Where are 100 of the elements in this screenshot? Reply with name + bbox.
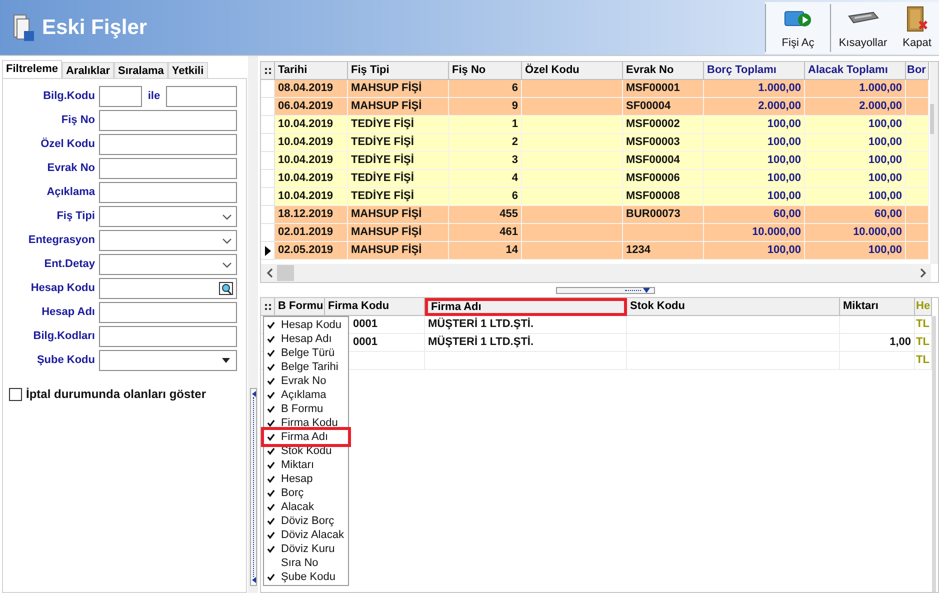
horizontal-scrollbar[interactable] bbox=[261, 264, 931, 282]
vertical-scrollbar[interactable] bbox=[930, 62, 938, 264]
keyboard-button[interactable]: Kısayollar bbox=[831, 2, 895, 54]
grip-icon bbox=[264, 66, 270, 74]
tab[interactable]: Sıralama bbox=[114, 62, 168, 78]
checkbox[interactable] bbox=[9, 388, 22, 400]
menu-item[interactable]: B Formu bbox=[264, 402, 348, 416]
table-cell: 100,00 bbox=[704, 242, 805, 260]
table-cell: 100,00 bbox=[805, 116, 906, 134]
column-header[interactable]: Miktarı bbox=[840, 298, 915, 316]
field-label: Ent.Detay bbox=[43, 257, 96, 272]
field-label: Fiş Tipi bbox=[56, 209, 96, 224]
input-field[interactable] bbox=[99, 326, 237, 347]
table-cell: 100,00 bbox=[704, 116, 805, 134]
collapse-handle[interactable] bbox=[250, 388, 257, 586]
column-header[interactable]: Tarihi bbox=[275, 62, 348, 80]
menu-item[interactable]: Evrak No bbox=[264, 374, 348, 388]
scroll-right-icon[interactable] bbox=[920, 268, 927, 278]
table-cell: MAHSUP FİŞİ bbox=[348, 224, 449, 242]
menu-item[interactable]: Şube Kodu bbox=[264, 570, 348, 584]
input-field[interactable] bbox=[99, 278, 237, 299]
column-header[interactable]: Fiş No bbox=[449, 62, 522, 80]
vertical-scrollbar[interactable] bbox=[932, 316, 936, 592]
column-header[interactable]: Borç Toplamı bbox=[704, 62, 805, 80]
scroll-left-icon[interactable] bbox=[266, 268, 273, 278]
field-label: Fiş No bbox=[60, 113, 96, 128]
caret-icon bbox=[643, 288, 650, 292]
row-indicator[interactable] bbox=[261, 242, 275, 260]
table-cell: 10.04.2019 bbox=[275, 134, 348, 152]
menu-item[interactable]: Belge Tarihi bbox=[264, 360, 348, 374]
column-header[interactable]: Firma Kodu bbox=[325, 298, 425, 316]
table-cell: TEDİYE FİŞİ bbox=[348, 170, 449, 188]
table-cell: 10.04.2019 bbox=[275, 170, 348, 188]
table-cell: 1 bbox=[449, 116, 522, 134]
field-label: Özel Kodu bbox=[40, 136, 96, 152]
menu-item[interactable]: Döviz Borç bbox=[264, 514, 348, 528]
table-cell: MSF00001 bbox=[623, 80, 704, 98]
input-field[interactable] bbox=[99, 110, 237, 131]
tab[interactable]: Aralıklar bbox=[62, 62, 114, 78]
chevron-down-icon bbox=[222, 238, 232, 244]
table-cell: SF00004 bbox=[623, 98, 704, 116]
column-header[interactable]: B Formu bbox=[275, 298, 325, 316]
input-field[interactable] bbox=[166, 86, 237, 107]
column-header[interactable]: Fiş Tipi bbox=[348, 62, 449, 80]
menu-item[interactable]: Döviz Alacak bbox=[264, 528, 348, 542]
input-field[interactable] bbox=[99, 86, 142, 107]
keyboard-icon bbox=[847, 10, 879, 24]
open-button[interactable]: Fişi Aç bbox=[766, 2, 830, 54]
table-cell: MAHSUP FİŞİ bbox=[348, 80, 449, 98]
table-cell: 1.000,00 bbox=[805, 80, 906, 98]
menu-item[interactable]: Miktarı bbox=[264, 458, 348, 472]
menu-item[interactable]: Döviz Kuru bbox=[264, 542, 348, 556]
table-cell: 1,00 bbox=[840, 334, 915, 352]
input-field[interactable] bbox=[99, 134, 237, 155]
tab[interactable]: Yetkili bbox=[168, 62, 208, 78]
table-cell: 100,00 bbox=[704, 134, 805, 152]
menu-item[interactable]: Firma Kodu bbox=[264, 416, 348, 430]
field-label: Şube Kodu bbox=[36, 353, 96, 368]
window-title: Eski Fişler bbox=[42, 14, 148, 41]
field-label: Hesap Adı bbox=[40, 305, 96, 320]
scroll-thumb[interactable] bbox=[277, 265, 294, 281]
check-icon bbox=[267, 573, 275, 581]
menu-item[interactable]: Borç bbox=[264, 486, 348, 500]
column-header[interactable]: Evrak No bbox=[623, 62, 704, 80]
dropdown[interactable] bbox=[99, 350, 237, 371]
chevron-down-icon bbox=[222, 214, 232, 220]
menu-item[interactable]: Firma Adı bbox=[264, 430, 348, 444]
menu-item[interactable]: Sıra No bbox=[264, 556, 348, 570]
table-cell: 06.04.2019 bbox=[275, 98, 348, 116]
table-cell: MSF00004 bbox=[623, 152, 704, 170]
table-cell: 100,00 bbox=[805, 134, 906, 152]
table-cell: MSF00002 bbox=[623, 116, 704, 134]
table-cell: 3 bbox=[449, 152, 522, 170]
input-field[interactable] bbox=[99, 158, 237, 179]
column-header[interactable]: Özel Kodu bbox=[522, 62, 623, 80]
menu-item[interactable]: Açıklama bbox=[264, 388, 348, 402]
table-cell: 461 bbox=[449, 224, 522, 242]
column-header[interactable]: Stok Kodu bbox=[627, 298, 840, 316]
scroll-thumb[interactable] bbox=[930, 104, 934, 134]
tab[interactable]: Filtreleme bbox=[2, 60, 62, 78]
combo-box[interactable] bbox=[99, 206, 237, 227]
table-cell: 10.04.2019 bbox=[275, 152, 348, 170]
column-header[interactable]: Bor bbox=[906, 62, 929, 80]
input-field[interactable] bbox=[99, 182, 237, 203]
table-cell: 4 bbox=[449, 170, 522, 188]
table-cell: 02.01.2019 bbox=[275, 224, 348, 242]
checkbox-label: İptal durumunda olanları göster bbox=[26, 386, 206, 403]
combo-box[interactable] bbox=[99, 230, 237, 251]
splitter-grip[interactable] bbox=[556, 286, 655, 294]
current-row-icon bbox=[264, 246, 270, 256]
menu-item[interactable]: Hesap bbox=[264, 472, 348, 486]
table-cell: 02.05.2019 bbox=[275, 242, 348, 260]
table-cell: 10.04.2019 bbox=[275, 116, 348, 134]
column-header[interactable]: Firma Adı bbox=[425, 298, 627, 316]
input-field[interactable] bbox=[99, 302, 237, 323]
menu-item[interactable]: Alacak bbox=[264, 500, 348, 514]
field-label: Bilg.Kodu bbox=[42, 89, 96, 104]
column-header[interactable]: Alacak Toplamı bbox=[805, 62, 906, 80]
table-cell: MSF00006 bbox=[623, 170, 704, 188]
close-button[interactable]: Kapat bbox=[895, 2, 939, 54]
